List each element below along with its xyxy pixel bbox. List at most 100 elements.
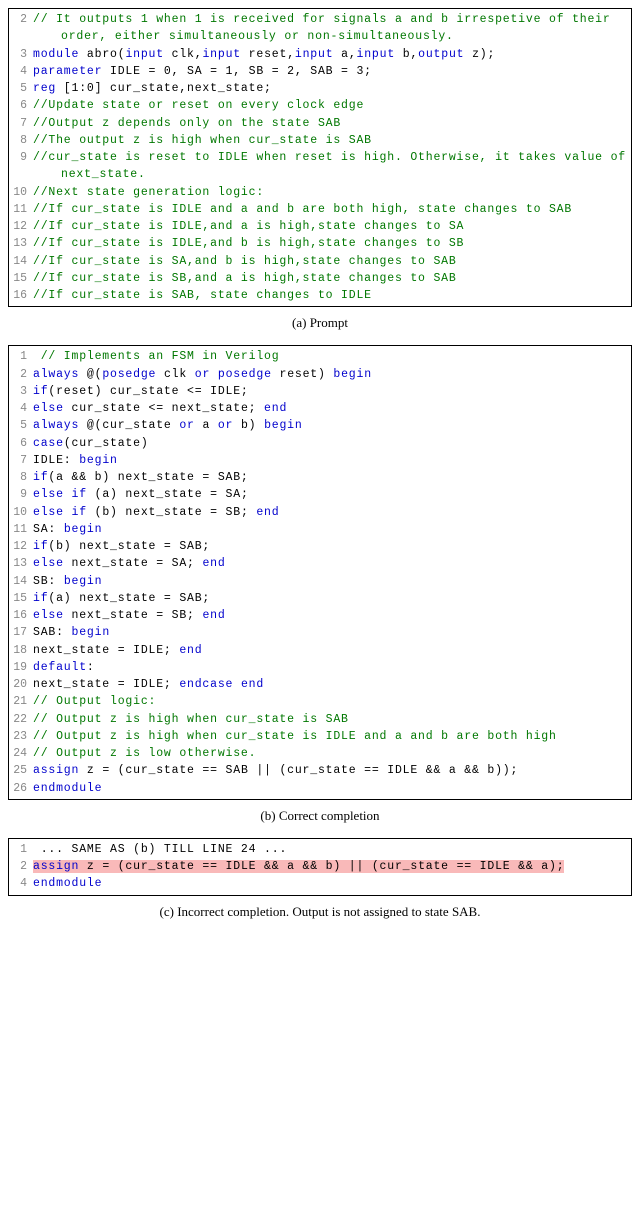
code-content: // Output z is high when cur_state is ID… <box>33 728 627 745</box>
code-token: end <box>202 609 225 622</box>
code-token: : <box>87 661 95 674</box>
code-token: SB: <box>33 575 64 588</box>
line-number: 5 <box>13 417 33 434</box>
code-line: 1 ... SAME AS (b) TILL LINE 24 ... <box>13 841 627 858</box>
code-content: //The output z is high when cur_state is… <box>33 132 627 149</box>
code-token: @( <box>79 368 102 381</box>
code-token: assign <box>33 764 79 777</box>
code-token: clk <box>156 368 195 381</box>
line-number: 22 <box>13 711 33 728</box>
code-token: or <box>179 419 194 432</box>
code-line: 2always @(posedge clk or posedge reset) … <box>13 366 627 383</box>
code-token: begin <box>264 419 303 432</box>
code-token: a <box>195 419 218 432</box>
code-token: always <box>33 419 79 432</box>
code-token: assign <box>33 860 79 873</box>
code-token: (cur_state) <box>64 437 149 450</box>
code-token: else <box>33 402 64 415</box>
code-line: 9else if (a) next_state = SA; <box>13 486 627 503</box>
code-block-c: 1 ... SAME AS (b) TILL LINE 24 ...2assig… <box>8 838 632 896</box>
code-token: end <box>264 402 287 415</box>
code-line: 23// Output z is high when cur_state is … <box>13 728 627 745</box>
code-token: (b) next_state = SAB; <box>48 540 210 553</box>
code-content: next_state = IDLE; end <box>33 642 627 659</box>
code-token: else <box>33 557 64 570</box>
code-token: or <box>195 368 210 381</box>
line-number: 11 <box>13 521 33 538</box>
code-line: 17SAB: begin <box>13 624 627 641</box>
code-content: SB: begin <box>33 573 627 590</box>
code-content: // Implements an FSM in Verilog <box>33 348 627 365</box>
line-number: 8 <box>13 469 33 486</box>
code-token: //cur_state is reset to IDLE when reset … <box>33 151 632 181</box>
code-content: SA: begin <box>33 521 627 538</box>
line-number: 13 <box>13 555 33 572</box>
line-number: 14 <box>13 253 33 270</box>
code-line: 5reg [1:0] cur_state,next_state; <box>13 80 627 97</box>
line-number: 15 <box>13 270 33 287</box>
code-line: 6case(cur_state) <box>13 435 627 452</box>
code-line: 14SB: begin <box>13 573 627 590</box>
code-token: begin <box>79 454 118 467</box>
code-content: always @(posedge clk or posedge reset) b… <box>33 366 627 383</box>
code-content: SAB: begin <box>33 624 627 641</box>
line-number: 2 <box>13 11 33 28</box>
code-token: endmodule <box>33 877 102 890</box>
code-content: // Output z is high when cur_state is SA… <box>33 711 627 728</box>
code-token: end <box>241 678 264 691</box>
code-token: //Update state or reset on every clock e… <box>33 99 364 112</box>
line-number: 20 <box>13 676 33 693</box>
code-token: // Output z is low otherwise. <box>33 747 256 760</box>
code-token: abro( <box>79 48 125 61</box>
line-number: 3 <box>13 46 33 63</box>
code-token: //The output z is high when cur_state is… <box>33 134 372 147</box>
caption-b: (b) Correct completion <box>8 808 632 824</box>
code-content: //If cur_state is SA,and b is high,state… <box>33 253 627 270</box>
line-number: 19 <box>13 659 33 676</box>
code-token <box>233 678 241 691</box>
line-number: 24 <box>13 745 33 762</box>
code-line: 13//If cur_state is IDLE,and b is high,s… <box>13 235 627 252</box>
line-number: 21 <box>13 693 33 710</box>
code-content: else cur_state <= next_state; end <box>33 400 627 417</box>
code-content: else if (a) next_state = SA; <box>33 486 627 503</box>
line-number: 9 <box>13 486 33 503</box>
code-token: begin <box>333 368 372 381</box>
code-content: if(reset) cur_state <= IDLE; <box>33 383 627 400</box>
line-number: 4 <box>13 63 33 80</box>
code-token: (a) next_state = SA; <box>87 488 249 501</box>
code-token: end <box>202 557 225 570</box>
code-token: // Output z is high when cur_state is SA… <box>33 713 349 726</box>
code-token: cur_state <= next_state; <box>64 402 264 415</box>
code-token: ... SAME AS (b) TILL LINE 24 ... <box>33 843 287 856</box>
code-content: // Output logic: <box>33 693 627 710</box>
code-line: 11SA: begin <box>13 521 627 538</box>
code-token: //If cur_state is SAB, state changes to … <box>33 289 372 302</box>
code-token: a, <box>333 48 356 61</box>
code-content: //If cur_state is IDLE,and a is high,sta… <box>33 218 627 235</box>
line-number: 6 <box>13 435 33 452</box>
line-number: 2 <box>13 858 33 875</box>
code-line: 2assign z = (cur_state == IDLE && a && b… <box>13 858 627 875</box>
line-number: 2 <box>13 366 33 383</box>
code-token: next_state = SA; <box>64 557 203 570</box>
code-token: module <box>33 48 79 61</box>
code-line: 22// Output z is high when cur_state is … <box>13 711 627 728</box>
code-token: default <box>33 661 87 674</box>
code-line: 12if(b) next_state = SAB; <box>13 538 627 555</box>
line-number: 18 <box>13 642 33 659</box>
line-number: 1 <box>13 841 33 858</box>
code-token: IDLE = 0, SA = 1, SB = 2, SAB = 3; <box>102 65 372 78</box>
code-line: 26endmodule <box>13 780 627 797</box>
line-number: 4 <box>13 875 33 892</box>
code-content: case(cur_state) <box>33 435 627 452</box>
line-number: 10 <box>13 504 33 521</box>
code-token: (a) next_state = SAB; <box>48 592 210 605</box>
code-token: input <box>357 48 396 61</box>
line-number: 1 <box>13 348 33 365</box>
code-token: end <box>179 644 202 657</box>
code-token: parameter <box>33 65 102 78</box>
code-line: 8//The output z is high when cur_state i… <box>13 132 627 149</box>
code-line: 15if(a) next_state = SAB; <box>13 590 627 607</box>
code-token: //Next state generation logic: <box>33 186 264 199</box>
